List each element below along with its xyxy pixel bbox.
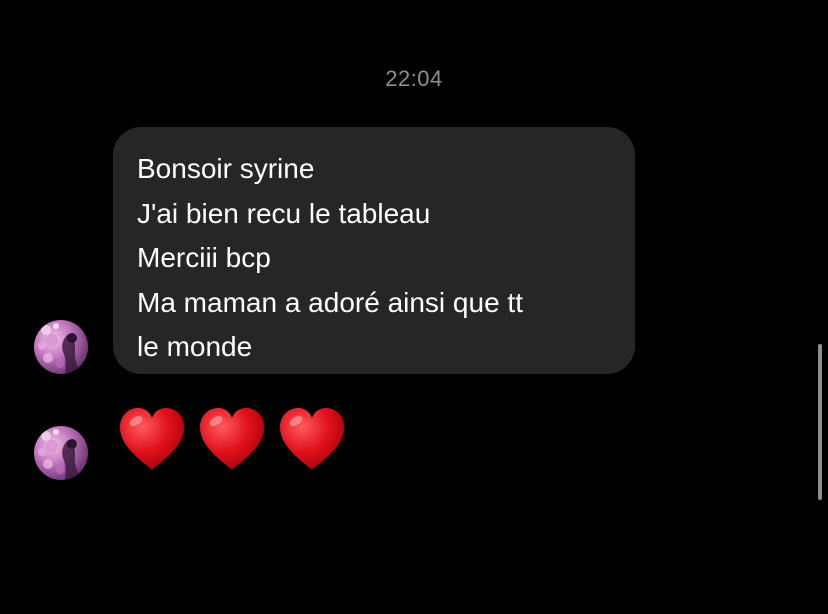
red-heart-icon [120,408,184,470]
message-line: le monde [137,331,253,362]
message-bubble[interactable]: Bonsoir syrine J'ai bien recu le tableau… [113,127,635,374]
avatar-image [38,323,81,374]
message-timestamp: 22:04 [385,66,443,91]
avatar-image [38,429,81,480]
scrollbar[interactable] [818,344,822,500]
message-line: Ma maman a adoré ainsi que tt [137,286,523,318]
red-heart-icon [280,408,344,470]
message-line: Bonsoir syrine [137,153,315,184]
emoji-message[interactable] [116,404,348,474]
contact-avatar[interactable] [34,426,88,480]
red-heart-icon [200,408,264,470]
message-line: Merciii bcp [137,242,271,273]
contact-avatar[interactable] [34,320,88,374]
message-line: J'ai bien recu le tableau [137,197,431,229]
